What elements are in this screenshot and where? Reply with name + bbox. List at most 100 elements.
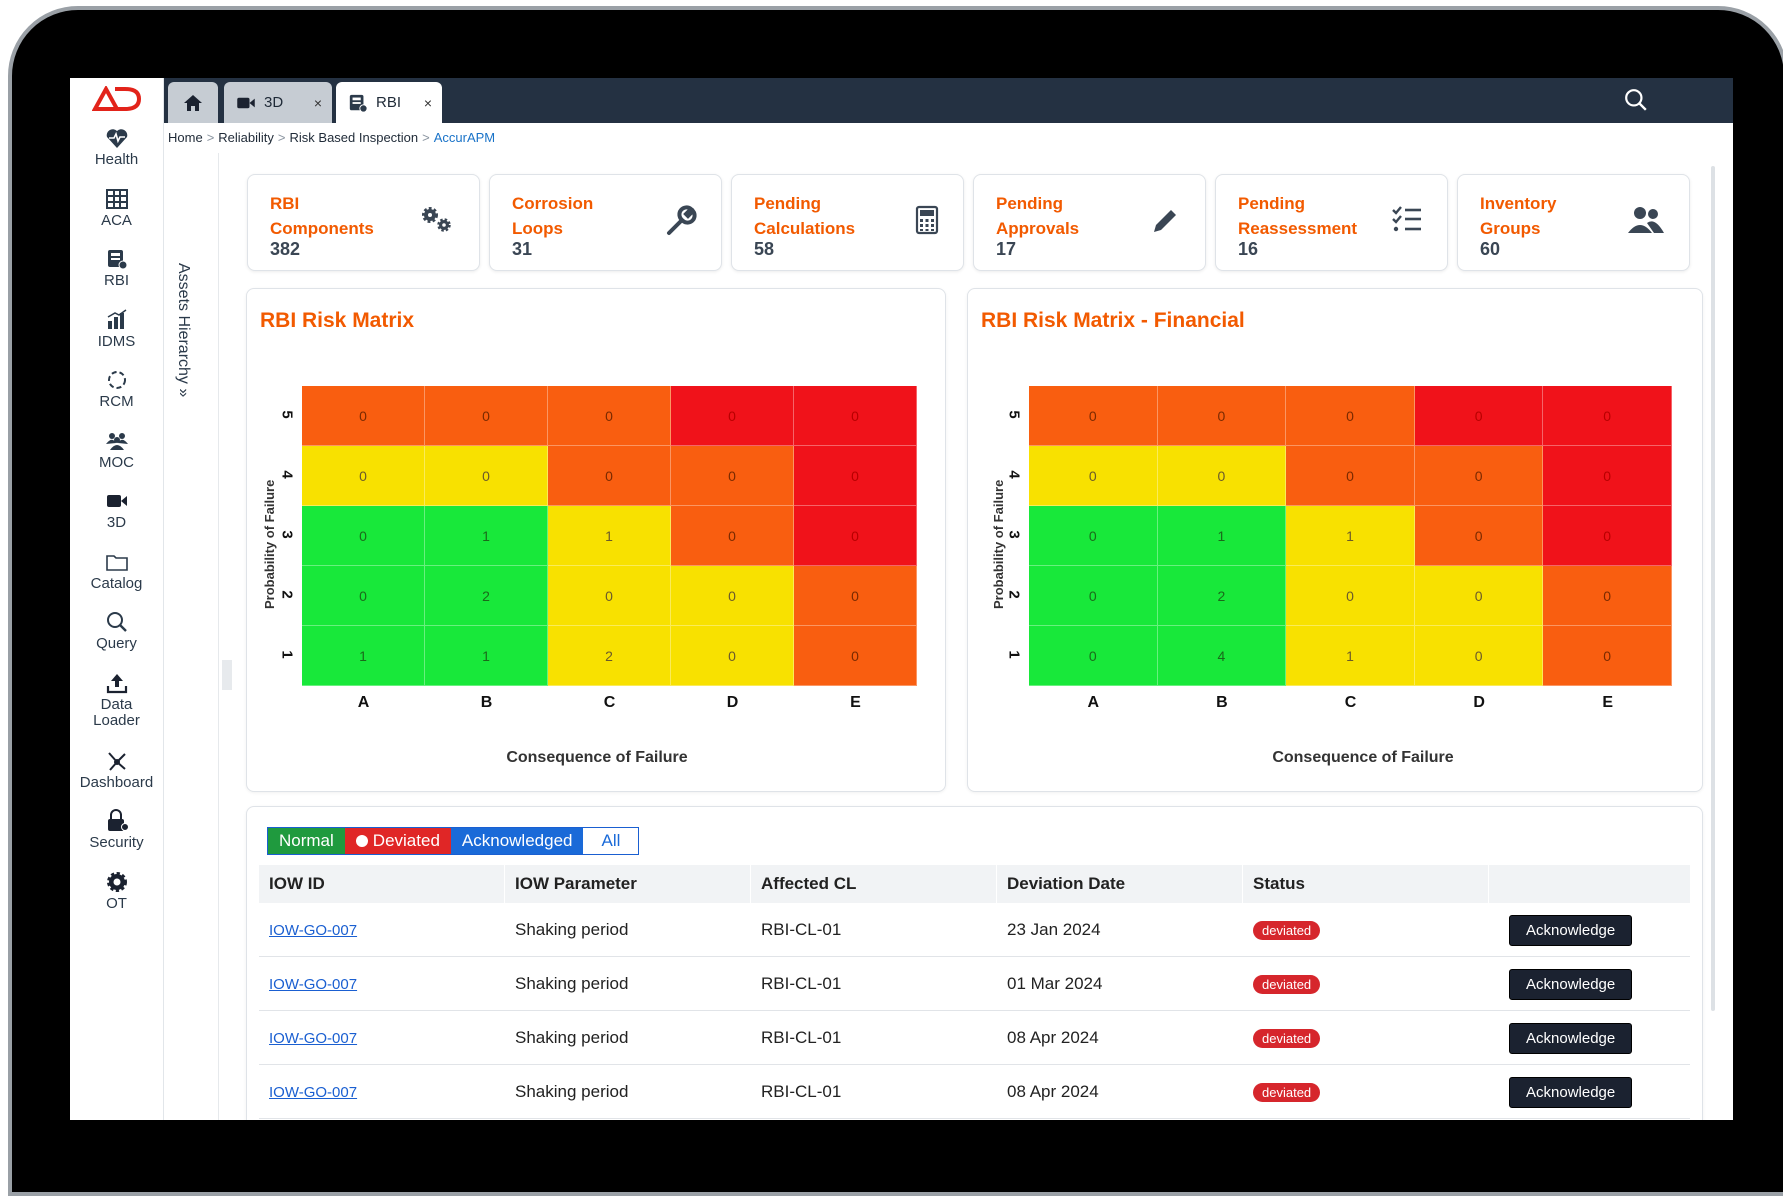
matrix-cell[interactable]: 0 [1414, 566, 1544, 626]
matrix-cell[interactable]: 0 [548, 566, 671, 626]
matrix-cell[interactable]: 0 [1029, 446, 1158, 506]
iow-id-link[interactable]: IOW-GO-007 [269, 976, 357, 993]
matrix-cell[interactable]: 0 [1029, 386, 1158, 446]
matrix-cell[interactable]: 0 [671, 446, 794, 506]
matrix-cell[interactable]: 2 [425, 566, 548, 626]
nav-catalog[interactable]: Catalog [70, 544, 163, 605]
col-iow-parameter[interactable]: IOW Parameter [505, 865, 751, 903]
breadcrumb-rbi[interactable]: Risk Based Inspection [290, 130, 419, 145]
card-inventory-groups[interactable]: Inventory Groups 60 [1457, 174, 1690, 271]
breadcrumb-home[interactable]: Home [168, 130, 203, 145]
matrix-cell[interactable]: 0 [1414, 446, 1544, 506]
matrix-cell[interactable]: 0 [1414, 626, 1544, 686]
matrix-cell[interactable]: 0 [548, 446, 671, 506]
matrix-cell[interactable]: 1 [1157, 506, 1287, 566]
acknowledge-button[interactable]: Acknowledge [1509, 1022, 1633, 1054]
matrix-cell[interactable]: 1 [548, 506, 671, 566]
nav-aca[interactable]: ACA [70, 181, 163, 242]
matrix-cell[interactable]: 0 [425, 386, 548, 446]
iow-id-link[interactable]: IOW-GO-007 [269, 1084, 357, 1101]
card-rbi-components[interactable]: RBI Components 382 [247, 174, 480, 271]
app-logo[interactable] [70, 78, 163, 120]
iow-id-link[interactable]: IOW-GO-007 [269, 1030, 357, 1047]
matrix-cell[interactable]: 0 [1286, 446, 1415, 506]
nav-3d[interactable]: 3D [70, 483, 163, 544]
matrix-cell[interactable]: 0 [548, 386, 671, 446]
nav-query[interactable]: Query [70, 604, 163, 665]
matrix-cell[interactable]: 0 [794, 506, 917, 566]
nav-health[interactable]: Health [70, 120, 163, 181]
matrix-cell[interactable]: 2 [548, 626, 671, 686]
panel-resize-handle[interactable] [222, 660, 232, 690]
tab-rbi-close-icon[interactable]: × [424, 95, 432, 111]
filter-acknowledged-button[interactable]: Acknowledged [450, 828, 584, 854]
card-pending-calculations[interactable]: Pending Calculations 58 [731, 174, 964, 271]
matrix-cell[interactable]: 4 [1157, 626, 1287, 686]
matrix-cell[interactable]: 0 [302, 446, 425, 506]
tab-3d-close-icon[interactable]: × [314, 95, 322, 111]
matrix-cell[interactable]: 0 [425, 446, 548, 506]
nav-ot[interactable]: OT [70, 864, 163, 925]
matrix-cell[interactable]: 0 [794, 446, 917, 506]
col-iow-id[interactable]: IOW ID [259, 865, 505, 903]
col-status[interactable]: Status [1243, 865, 1489, 903]
tab-rbi[interactable]: RBI × [336, 82, 442, 123]
col-affected-cl[interactable]: Affected CL [751, 865, 997, 903]
matrix-cell[interactable]: 0 [1543, 566, 1672, 626]
matrix-cell[interactable]: 0 [1543, 506, 1672, 566]
filter-normal-button[interactable]: Normal [268, 828, 345, 854]
matrix-cell[interactable]: 0 [1157, 386, 1287, 446]
matrix-cell[interactable]: 0 [794, 626, 917, 686]
matrix-cell[interactable]: 0 [1543, 386, 1672, 446]
nav-moc[interactable]: MOC [70, 423, 163, 484]
nav-idms[interactable]: IDMS [70, 302, 163, 363]
nav-dashboard[interactable]: Dashboard [70, 743, 163, 804]
matrix-cell[interactable]: 0 [1543, 446, 1672, 506]
tab-3d[interactable]: 3D × [224, 82, 332, 123]
acknowledge-button[interactable]: Acknowledge [1509, 968, 1633, 1000]
iow-id-link[interactable]: IOW-GO-007 [269, 922, 357, 939]
matrix-cell[interactable]: 0 [1286, 386, 1415, 446]
matrix-cell[interactable]: 0 [1157, 446, 1287, 506]
nav-rbi[interactable]: RBI [70, 241, 163, 302]
matrix-cell[interactable]: 0 [794, 386, 917, 446]
matrix-cell[interactable]: 0 [302, 386, 425, 446]
matrix-cell[interactable]: 0 [1286, 566, 1415, 626]
card-pending-approvals[interactable]: Pending Approvals 17 [973, 174, 1206, 271]
nav-rcm[interactable]: RCM [70, 362, 163, 423]
tab-home[interactable] [168, 82, 218, 123]
matrix-cell[interactable]: 0 [671, 506, 794, 566]
matrix-cell[interactable]: 1 [1286, 626, 1415, 686]
assets-hierarchy-rail[interactable]: Assets Hierarchy » [164, 153, 219, 1120]
matrix-cell[interactable]: 1 [1286, 506, 1415, 566]
matrix-cell[interactable]: 0 [1414, 386, 1544, 446]
matrix-cell[interactable]: 0 [1029, 506, 1158, 566]
matrix-cell[interactable]: 0 [1029, 566, 1158, 626]
matrix-cell[interactable]: 1 [425, 626, 548, 686]
matrix-cell[interactable]: 0 [794, 566, 917, 626]
filter-deviated-button[interactable]: Deviated [344, 828, 451, 854]
matrix-cell[interactable]: 0 [302, 566, 425, 626]
nav-data-loader[interactable]: Data Loader [70, 665, 163, 743]
matrix-cell[interactable]: 0 [1543, 626, 1672, 686]
matrix-cell[interactable]: 0 [1029, 626, 1158, 686]
card-pending-reassessment[interactable]: Pending Reassessment 16 [1215, 174, 1448, 271]
col-deviation-date[interactable]: Deviation Date [997, 865, 1243, 903]
matrix-cell[interactable]: 0 [671, 566, 794, 626]
matrix-cell[interactable]: 1 [425, 506, 548, 566]
breadcrumb-reliability[interactable]: Reliability [218, 130, 274, 145]
page-scrollbar[interactable] [1711, 166, 1715, 1011]
nav-security[interactable]: Security [70, 803, 163, 864]
global-search-button[interactable] [1624, 88, 1648, 116]
assets-hierarchy-toggle[interactable]: Assets Hierarchy » [174, 263, 192, 397]
matrix-cell[interactable]: 0 [671, 386, 794, 446]
filter-all-button[interactable]: All [583, 828, 639, 854]
acknowledge-button[interactable]: Acknowledge [1509, 914, 1633, 946]
matrix-cell[interactable]: 0 [1414, 506, 1544, 566]
card-corrosion-loops[interactable]: Corrosion Loops 31 [489, 174, 722, 271]
matrix-cell[interactable]: 0 [671, 626, 794, 686]
matrix-cell[interactable]: 0 [302, 506, 425, 566]
matrix-cell[interactable]: 2 [1157, 566, 1287, 626]
matrix-cell[interactable]: 1 [302, 626, 425, 686]
acknowledge-button[interactable]: Acknowledge [1509, 1076, 1633, 1108]
